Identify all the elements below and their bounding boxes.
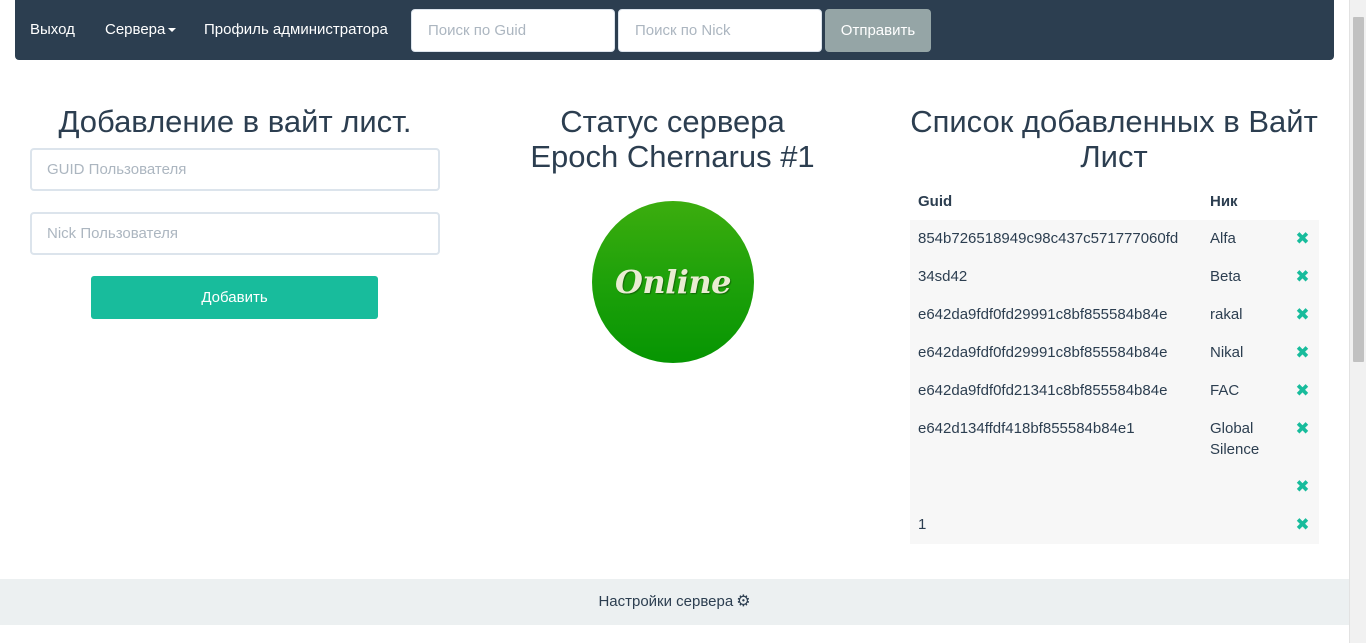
row-nick: Beta bbox=[1210, 268, 1241, 285]
table-row: e642da9fdf0fd29991c8bf855584b84e rakal ✖ bbox=[910, 296, 1319, 334]
delete-icon[interactable]: ✖ bbox=[1295, 515, 1309, 534]
row-guid: e642da9fdf0fd29991c8bf855584b84e bbox=[918, 344, 1168, 361]
row-nick: FAC bbox=[1210, 382, 1240, 399]
page: Выход Сервера Профиль администратора Отп… bbox=[0, 0, 1366, 643]
row-guid: e642da9fdf0fd29991c8bf855584b84e bbox=[918, 306, 1168, 323]
row-guid: 854b726518949c98c437c571777060fd bbox=[918, 230, 1179, 247]
row-nick bbox=[1202, 468, 1286, 506]
add-whitelist-button[interactable]: Добавить bbox=[91, 276, 378, 319]
server-settings-label: Настройки сервера bbox=[598, 593, 734, 610]
page-scrollbar[interactable] bbox=[1349, 0, 1366, 643]
delete-icon[interactable]: ✖ bbox=[1295, 229, 1309, 248]
delete-icon[interactable]: ✖ bbox=[1295, 381, 1309, 400]
server-settings-toggle[interactable]: Настройки сервера ⚙ bbox=[0, 579, 1349, 625]
nav-servers-label: Сервера bbox=[105, 21, 166, 38]
table-row: 34sd42 Beta ✖ bbox=[910, 258, 1319, 296]
column-header-nick: Ник bbox=[1210, 193, 1238, 210]
row-guid: 34sd42 bbox=[918, 268, 968, 285]
user-nick-input[interactable] bbox=[30, 212, 440, 255]
table-row: 854b726518949c98c437c571777060fd Alfa ✖ bbox=[910, 220, 1319, 258]
gear-icon: ⚙ bbox=[736, 593, 751, 610]
row-guid: 1 bbox=[918, 516, 927, 533]
column-header-actions bbox=[1286, 183, 1319, 220]
whitelist-title-line1: Список добавленных в Вайт bbox=[910, 104, 1318, 139]
server-status-title-line1: Статус сервера bbox=[560, 104, 785, 139]
add-whitelist-title: Добавление в вайт лист. bbox=[58, 104, 412, 139]
row-guid: e642d134ffdf418bf855584b84e1 bbox=[918, 420, 1135, 437]
column-header-guid: Guid bbox=[918, 193, 953, 210]
top-navbar: Выход Сервера Профиль администратора Отп… bbox=[15, 0, 1334, 60]
server-status-title: Статус сервера Epoch Chernarus #1 bbox=[470, 104, 875, 174]
delete-icon[interactable]: ✖ bbox=[1295, 267, 1309, 286]
search-submit-button[interactable]: Отправить bbox=[825, 9, 931, 52]
server-name: Epoch Chernarus #1 bbox=[530, 139, 815, 174]
row-nick: Nikal bbox=[1210, 344, 1244, 361]
user-guid-input[interactable] bbox=[30, 148, 440, 191]
row-nick: Global Silence bbox=[1210, 420, 1260, 458]
delete-icon[interactable]: ✖ bbox=[1295, 477, 1309, 496]
caret-down-icon bbox=[168, 28, 177, 33]
whitelist-table: Guid Ник 854b726518949c98c437c571777060f… bbox=[910, 183, 1319, 544]
search-nick-input[interactable] bbox=[618, 9, 822, 52]
table-row: ✖ bbox=[910, 468, 1319, 506]
whitelist-title: Список добавленных в Вайт Лист bbox=[905, 104, 1323, 174]
row-nick bbox=[1202, 506, 1286, 544]
nav-admin-profile-link[interactable]: Профиль администратора bbox=[204, 0, 388, 60]
online-status-indicator: Online bbox=[592, 201, 754, 363]
search-guid-input[interactable] bbox=[411, 9, 615, 52]
row-nick: Alfa bbox=[1210, 230, 1236, 247]
delete-icon[interactable]: ✖ bbox=[1295, 343, 1309, 362]
row-guid: e642da9fdf0fd21341c8bf855584b84e bbox=[918, 382, 1168, 399]
delete-icon[interactable]: ✖ bbox=[1295, 419, 1309, 438]
nav-logout-link[interactable]: Выход bbox=[30, 0, 75, 60]
online-status-label: Online bbox=[614, 263, 732, 301]
table-row: e642da9fdf0fd21341c8bf855584b84e FAC ✖ bbox=[910, 372, 1319, 410]
table-row: e642d134ffdf418bf855584b84e1 Global Sile… bbox=[910, 410, 1319, 468]
scrollbar-thumb[interactable] bbox=[1353, 17, 1364, 362]
table-row: e642da9fdf0fd29991c8bf855584b84e Nikal ✖ bbox=[910, 334, 1319, 372]
delete-icon[interactable]: ✖ bbox=[1295, 305, 1309, 324]
whitelist-title-line2: Лист bbox=[1080, 139, 1148, 174]
nav-servers-dropdown[interactable]: Сервера bbox=[105, 0, 177, 60]
row-nick: rakal bbox=[1210, 306, 1243, 323]
table-row: 1 ✖ bbox=[910, 506, 1319, 544]
table-header-row: Guid Ник bbox=[910, 183, 1319, 220]
row-guid bbox=[910, 468, 1202, 506]
